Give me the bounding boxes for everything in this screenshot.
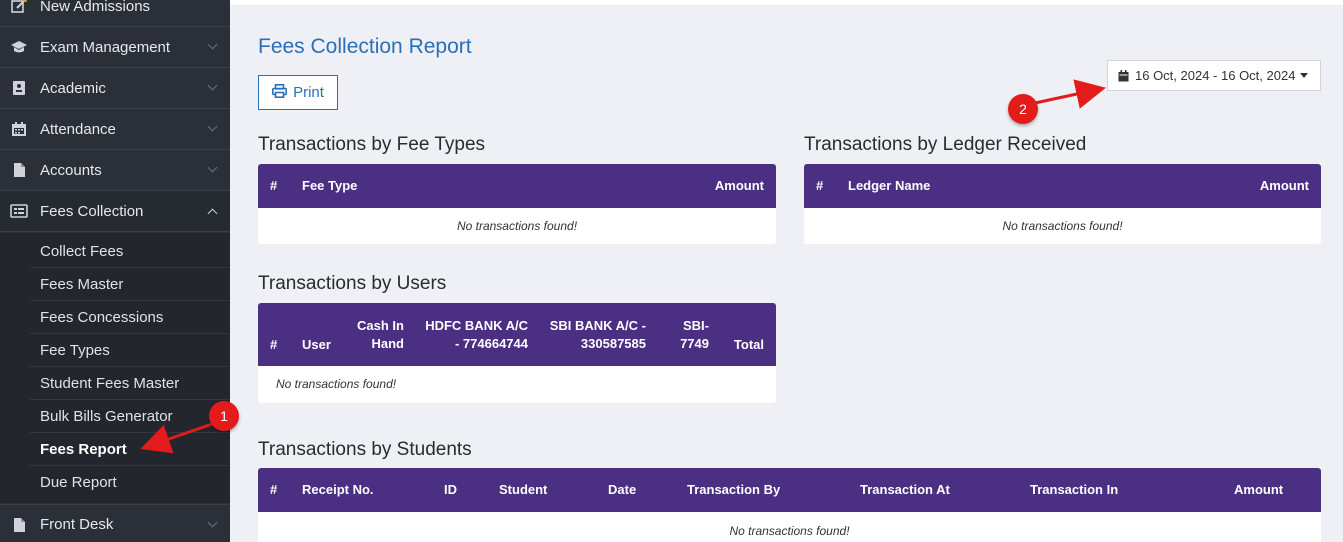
page-title: Fees Collection Report — [258, 35, 472, 58]
table-header: # User Cash In Hand HDFC BANK A/C - 7746… — [258, 303, 776, 366]
print-button[interactable]: Print — [258, 75, 338, 110]
column-header: # — [270, 482, 278, 497]
table-header: # Receipt No. ID Student Date Transactio… — [258, 468, 1321, 512]
column-header: Amount — [1259, 178, 1309, 193]
sidebar-item-exam-management[interactable]: Exam Management — [0, 27, 230, 68]
subnav-fee-types[interactable]: Fee Types — [30, 334, 230, 367]
sidebar-item-label: New Admissions — [40, 0, 151, 15]
column-header: Transaction By — [687, 482, 781, 497]
column-header: Total — [733, 337, 764, 352]
column-header: Transaction At — [860, 482, 950, 497]
column-header: HDFC BANK A/C - 774664744 — [425, 318, 528, 351]
column-header: Cash In Hand — [357, 318, 404, 351]
sidebar-item-label: Accounts — [40, 161, 102, 179]
empty-message: No transactions found! — [1002, 219, 1123, 233]
fee-types-table: # Fee Type Amount No transactions found! — [258, 164, 776, 244]
column-header: SBI- 7749 — [680, 318, 709, 351]
section-title-fee-types: Transactions by Fee Types — [258, 134, 486, 155]
section-title-students: Transactions by Students — [258, 439, 472, 460]
table-header: # Fee Type Amount — [258, 164, 776, 208]
column-header: Date — [608, 482, 637, 497]
file-icon — [10, 161, 28, 179]
sidebar-item-accounts[interactable]: Accounts — [0, 150, 230, 191]
sidebar-item-label: Exam Management — [40, 38, 171, 56]
chevron-down-icon — [207, 162, 218, 173]
column-header: Student — [499, 482, 548, 497]
subnav-fees-report[interactable]: Fees Report — [30, 433, 230, 466]
subnav-collect-fees[interactable]: Collect Fees — [30, 235, 230, 268]
file-icon — [10, 516, 28, 534]
calendar-icon — [10, 120, 28, 138]
sidebar-item-label: Fees Collection — [40, 202, 144, 220]
column-header: Transaction In — [1030, 482, 1119, 497]
sidebar-item-label: Attendance — [40, 120, 116, 138]
users-table: # User Cash In Hand HDFC BANK A/C - 7746… — [258, 303, 776, 403]
chevron-up-icon — [207, 208, 218, 219]
subnav-bulk-bills-generator[interactable]: Bulk Bills Generator — [30, 400, 230, 433]
list-card-icon — [10, 202, 28, 220]
column-header: SBI BANK A/C - 330587585 — [549, 318, 646, 351]
column-header: ID — [444, 482, 457, 497]
section-title-ledger: Transactions by Ledger Received — [804, 134, 1087, 155]
annotation-marker-2: 2 — [1008, 94, 1038, 124]
date-range-picker[interactable]: 16 Oct, 2024 - 16 Oct, 2024 — [1107, 60, 1321, 91]
sidebar-item-fees-collection[interactable]: Fees Collection — [0, 191, 230, 232]
column-header: Ledger Name — [848, 178, 931, 193]
sidebar-item-label: Academic — [40, 79, 106, 97]
column-header: # — [270, 337, 278, 352]
annotation-marker-1: 1 — [209, 401, 239, 431]
students-table: # Receipt No. ID Student Date Transactio… — [258, 468, 1321, 542]
chevron-down-icon — [207, 517, 218, 528]
empty-message: No transactions found! — [456, 219, 578, 233]
caret-down-icon — [1300, 73, 1309, 78]
graduation-cap-icon — [10, 38, 28, 56]
column-header: Receipt No. — [302, 482, 374, 497]
ledger-table: # Ledger Name Amount No transactions fou… — [804, 164, 1321, 244]
chevron-down-icon — [207, 39, 218, 50]
sidebar-item-new-admissions[interactable]: New Admissions — [0, 0, 230, 27]
sidebar-item-label: Front Desk — [40, 516, 114, 533]
chevron-down-icon — [207, 80, 218, 91]
date-range-value: 16 Oct, 2024 - 16 Oct, 2024 — [1135, 68, 1296, 83]
column-header: Amount — [714, 178, 764, 193]
sidebar-item-attendance[interactable]: Attendance — [0, 109, 230, 150]
column-header: User — [302, 337, 331, 352]
table-header: # Ledger Name Amount — [804, 164, 1321, 208]
subnav-student-fees-master[interactable]: Student Fees Master — [30, 367, 230, 400]
column-header: # — [816, 178, 824, 193]
chevron-down-icon — [207, 121, 218, 132]
sidebar-item-academic[interactable]: Academic — [0, 68, 230, 109]
calendar-icon — [1118, 69, 1129, 82]
column-header: # — [270, 178, 278, 193]
empty-message: No transactions found! — [729, 524, 850, 538]
fees-collection-submenu: Collect Fees Fees Master Fees Concession… — [0, 233, 230, 503]
empty-message: No transactions found! — [276, 377, 397, 391]
edit-icon — [10, 0, 28, 15]
subnav-due-report[interactable]: Due Report — [30, 466, 230, 499]
section-title-users: Transactions by Users — [258, 273, 447, 294]
main-content: Fees Collection Report Print 16 Oct, 202… — [230, 5, 1343, 542]
print-icon — [272, 83, 288, 102]
subnav-fees-master[interactable]: Fees Master — [30, 268, 230, 301]
column-header: Amount — [1234, 482, 1284, 497]
sidebar: New Admissions Exam Management Academic … — [0, 0, 230, 542]
id-card-icon — [10, 79, 28, 97]
subnav-fees-concessions[interactable]: Fees Concessions — [30, 301, 230, 334]
sidebar-item-front-desk[interactable]: Front Desk — [0, 504, 230, 542]
column-header: Fee Type — [302, 178, 358, 193]
print-label: Print — [293, 84, 324, 101]
